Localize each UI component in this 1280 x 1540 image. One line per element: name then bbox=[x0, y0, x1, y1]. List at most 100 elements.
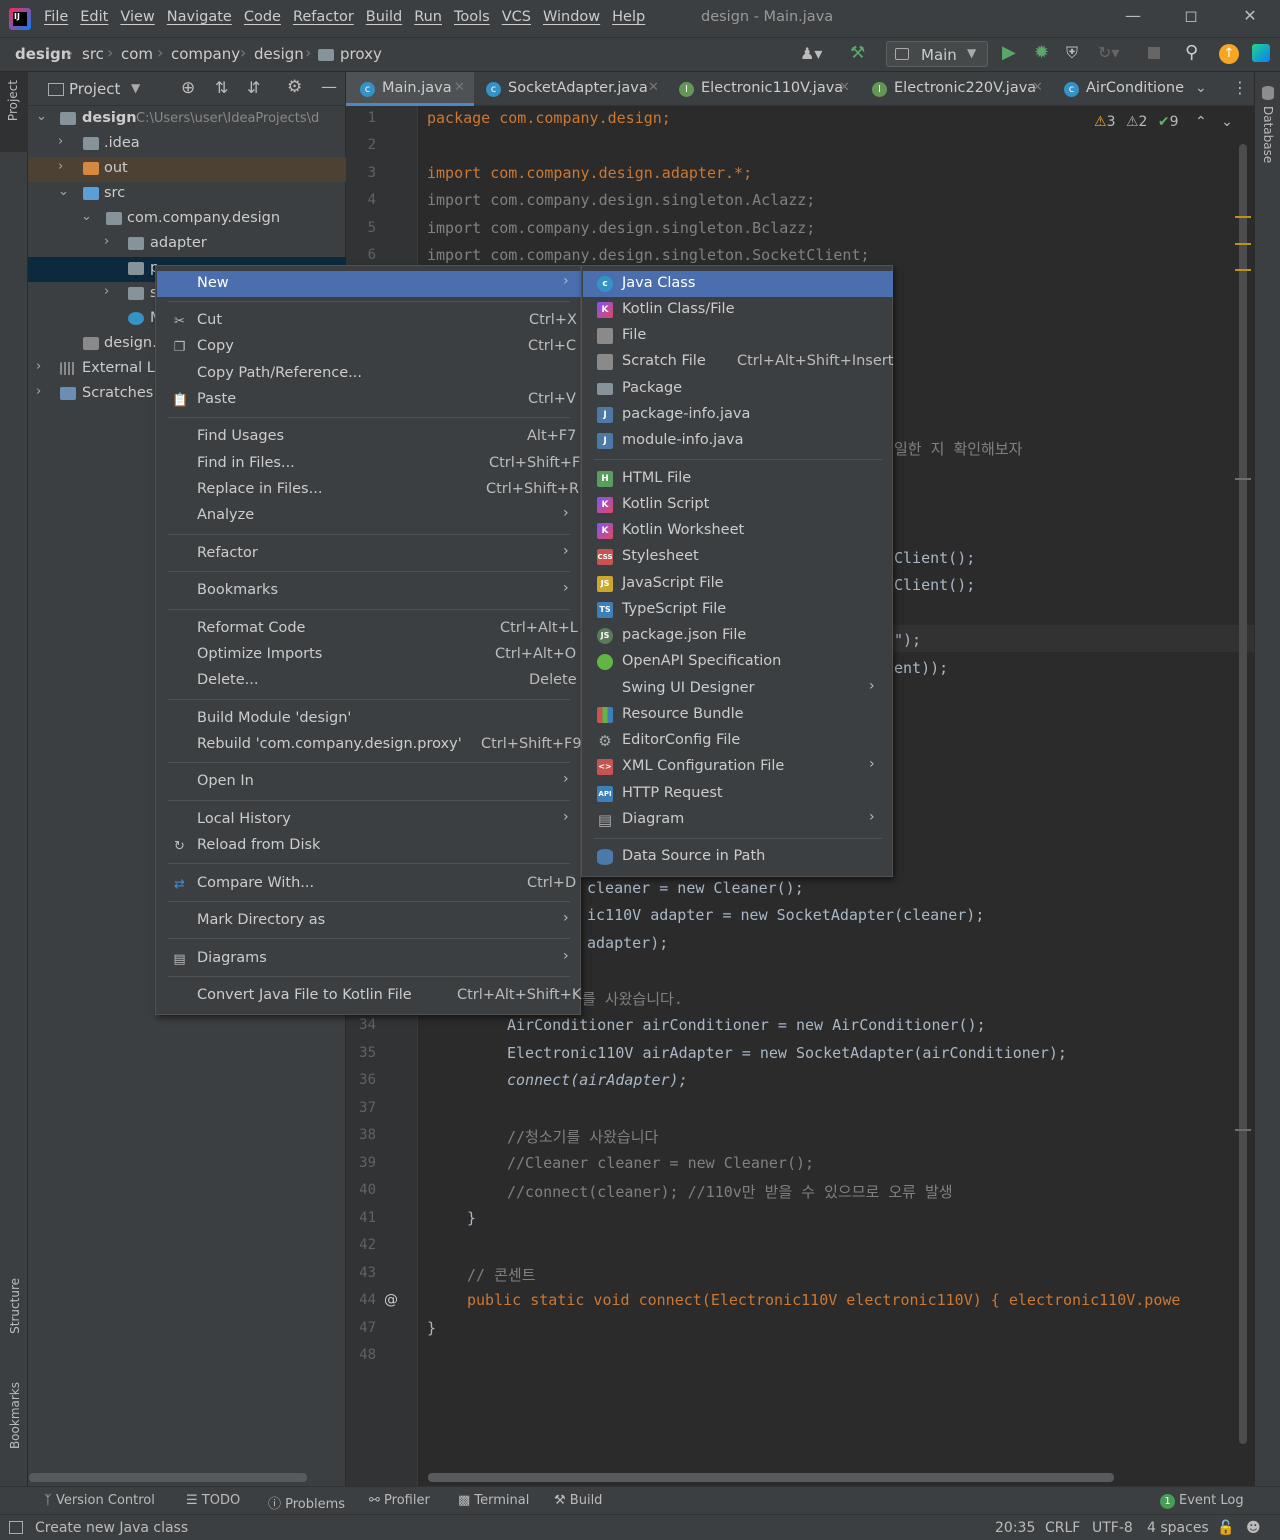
override-marker-icon[interactable]: @ bbox=[384, 1292, 398, 1308]
tree-item-src[interactable]: ⌄ src bbox=[28, 182, 346, 207]
menu-item-local-history[interactable]: Local History › bbox=[157, 807, 581, 833]
menu-item-new[interactable]: New › bbox=[157, 271, 581, 297]
code-line[interactable]: //connect(cleaner); //110v만 받을 수 있으므로 오류… bbox=[507, 1181, 953, 1202]
menu-tools[interactable]: Tools bbox=[454, 9, 490, 25]
structure-tab[interactable]: Structure bbox=[8, 1278, 22, 1334]
submenu-item-editorconfig[interactable]: ⚙ EditorConfig File bbox=[583, 728, 893, 754]
project-tool-tab[interactable]: Project bbox=[0, 72, 28, 152]
submenu-item-data-source-in-path[interactable]: Data Source in Path bbox=[583, 844, 893, 870]
file-encoding[interactable]: UTF-8 bbox=[1092, 1520, 1133, 1536]
submenu-item-module-info[interactable]: J module-info.java bbox=[583, 428, 893, 454]
warning-marker[interactable] bbox=[1235, 243, 1251, 245]
code-line[interactable]: //Cleaner cleaner = new Cleaner(); bbox=[507, 1154, 814, 1172]
project-view-select[interactable]: Project bbox=[69, 80, 120, 98]
breadcrumb-src[interactable]: src bbox=[82, 45, 104, 63]
submenu-item-openapi[interactable]: OpenAPI Specification bbox=[583, 649, 893, 675]
collapse-all-icon[interactable]: ⇵ bbox=[247, 78, 260, 97]
menu-item-refactor[interactable]: Refactor › bbox=[157, 541, 581, 567]
build-hammer-icon[interactable]: ⚒ bbox=[850, 43, 865, 63]
chevron-down-icon[interactable]: ⌄ bbox=[1195, 80, 1207, 96]
submenu-item-package-json[interactable]: JS package.json File bbox=[583, 623, 893, 649]
tree-item-adapter[interactable]: › adapter bbox=[28, 232, 346, 257]
terminal-tab[interactable]: ▩ Terminal bbox=[458, 1493, 529, 1508]
menu-item-paste[interactable]: 📋 Paste Ctrl+V bbox=[157, 387, 581, 413]
menu-item-compare-with[interactable]: ⇄ Compare With... Ctrl+D bbox=[157, 871, 581, 897]
submenu-item-xml-configuration[interactable]: <> XML Configuration File › bbox=[583, 754, 893, 780]
tab-electronic110v-java[interactable]: I Electronic110V.java ✕ bbox=[679, 72, 859, 106]
toggle-tool-windows-icon[interactable] bbox=[9, 1521, 23, 1534]
database-tab[interactable]: Database bbox=[1261, 106, 1275, 163]
submenu-item-scratch-file[interactable]: Scratch File Ctrl+Alt+Shift+Insert bbox=[583, 349, 893, 375]
menu-item-mark-directory-as[interactable]: Mark Directory as › bbox=[157, 908, 581, 934]
submenu-item-kotlin-class[interactable]: K Kotlin Class/File bbox=[583, 297, 893, 323]
submenu-item-typescript-file[interactable]: TS TypeScript File bbox=[583, 597, 893, 623]
inspector-icon[interactable]: ☻ bbox=[1246, 1520, 1261, 1536]
profile-icon[interactable]: ↻▾ bbox=[1098, 43, 1119, 62]
unlock-icon[interactable]: 🔓 bbox=[1217, 1520, 1234, 1536]
code-line[interactable]: import com.company.design.singleton.Bcla… bbox=[427, 219, 815, 237]
info-marker[interactable] bbox=[1235, 1129, 1251, 1131]
stop-icon[interactable] bbox=[1148, 47, 1160, 59]
code-line[interactable]: import com.company.design.singleton.Sock… bbox=[427, 246, 870, 264]
chevron-down-icon[interactable]: ▼ bbox=[131, 81, 140, 95]
breadcrumb-design-pkg[interactable]: design bbox=[254, 45, 304, 63]
tab-socketadapter-java[interactable]: c SocketAdapter.java ✕ bbox=[486, 72, 666, 106]
maximize-icon[interactable]: ◻ bbox=[1176, 6, 1206, 32]
menu-edit[interactable]: Edit bbox=[80, 9, 108, 25]
tree-item-out[interactable]: › out bbox=[28, 157, 346, 182]
jetbrains-icon[interactable] bbox=[1252, 44, 1270, 62]
submenu-item-javascript-file[interactable]: JS JavaScript File bbox=[583, 571, 893, 597]
submenu-item-kotlin-worksheet[interactable]: K Kotlin Worksheet bbox=[583, 518, 893, 544]
breadcrumb-proxy[interactable]: proxy bbox=[340, 45, 382, 63]
close-tab-icon[interactable]: ✕ bbox=[839, 80, 850, 95]
code-line[interactable]: // 콘센트 bbox=[467, 1264, 536, 1285]
code-line[interactable]: public static void connect(Electronic110… bbox=[467, 1291, 1180, 1309]
menu-item-replace-in-files[interactable]: Replace in Files... Ctrl+Shift+R bbox=[157, 477, 581, 503]
menu-window[interactable]: Window bbox=[543, 9, 600, 25]
line-ending[interactable]: CRLF bbox=[1045, 1520, 1080, 1536]
more-icon[interactable]: ⋮ bbox=[1232, 78, 1248, 97]
menu-item-reload-from-disk[interactable]: ↻ Reload from Disk bbox=[157, 833, 581, 859]
menu-item-open-in[interactable]: Open In › bbox=[157, 769, 581, 795]
event-log-tab[interactable]: 1 Event Log bbox=[1160, 1493, 1244, 1509]
code-line[interactable]: } bbox=[427, 1319, 436, 1337]
breadcrumb-company[interactable]: company bbox=[171, 45, 240, 63]
breadcrumb-design[interactable]: design bbox=[15, 45, 71, 63]
hide-panel-icon[interactable]: — bbox=[321, 77, 337, 96]
inspection-widget[interactable]: ⚠3 ⚠2 ✔9 ⌃ ⌄ bbox=[1094, 114, 1233, 130]
menu-item-optimize-imports[interactable]: Optimize Imports Ctrl+Alt+O bbox=[157, 642, 581, 668]
menu-item-copy-path[interactable]: Copy Path/Reference... bbox=[157, 361, 581, 387]
menu-view[interactable]: View bbox=[120, 9, 154, 25]
update-icon[interactable]: ↑ bbox=[1219, 44, 1239, 64]
menu-item-rebuild[interactable]: Rebuild 'com.company.design.proxy' Ctrl+… bbox=[157, 732, 582, 758]
menu-navigate[interactable]: Navigate bbox=[167, 9, 232, 25]
todo-tab[interactable]: ☰ TODO bbox=[186, 1493, 240, 1508]
bookmarks-tab[interactable]: Bookmarks bbox=[8, 1382, 22, 1449]
project-horizontal-scrollbar[interactable] bbox=[29, 1473, 307, 1482]
search-icon[interactable]: ⚲ bbox=[1185, 42, 1198, 63]
editor-vertical-scrollbar[interactable] bbox=[1239, 144, 1247, 1444]
menu-item-build-module[interactable]: Build Module 'design' bbox=[157, 706, 581, 732]
menu-item-find-usages[interactable]: Find Usages Alt+F7 bbox=[157, 424, 581, 450]
chevron-up-icon[interactable]: ⌃ bbox=[1195, 114, 1207, 130]
minimize-icon[interactable]: — bbox=[1118, 6, 1148, 32]
menu-item-cut[interactable]: ✂ Cut Ctrl+X bbox=[157, 308, 581, 334]
close-tab-icon[interactable]: ✕ bbox=[1032, 80, 1043, 95]
build-tab[interactable]: ⚒ Build bbox=[554, 1493, 602, 1508]
code-line[interactable]: Electronic110V airAdapter = new SocketAd… bbox=[507, 1044, 1067, 1062]
close-tab-icon[interactable]: ✕ bbox=[648, 80, 659, 95]
menu-help[interactable]: Help bbox=[612, 9, 645, 25]
submenu-item-package-info[interactable]: J package-info.java bbox=[583, 402, 893, 428]
menu-run[interactable]: Run bbox=[414, 9, 442, 25]
submenu-item-stylesheet[interactable]: CSS Stylesheet bbox=[583, 544, 893, 570]
code-line[interactable]: import com.company.design.singleton.Acla… bbox=[427, 191, 815, 209]
tree-item-com-company-design[interactable]: ⌄ com.company.design bbox=[28, 207, 346, 232]
coverage-icon[interactable]: ⛨ bbox=[1066, 43, 1078, 63]
warning-marker[interactable] bbox=[1235, 269, 1251, 271]
submenu-item-file[interactable]: File bbox=[583, 323, 893, 349]
code-line[interactable]: AirConditioner airConditioner = new AirC… bbox=[507, 1016, 986, 1034]
tree-item-idea[interactable]: › .idea bbox=[28, 132, 346, 157]
warning-marker[interactable] bbox=[1235, 216, 1251, 218]
profiler-tab[interactable]: ⚯ Profiler bbox=[369, 1493, 430, 1508]
caret-position[interactable]: 20:35 bbox=[995, 1520, 1035, 1536]
